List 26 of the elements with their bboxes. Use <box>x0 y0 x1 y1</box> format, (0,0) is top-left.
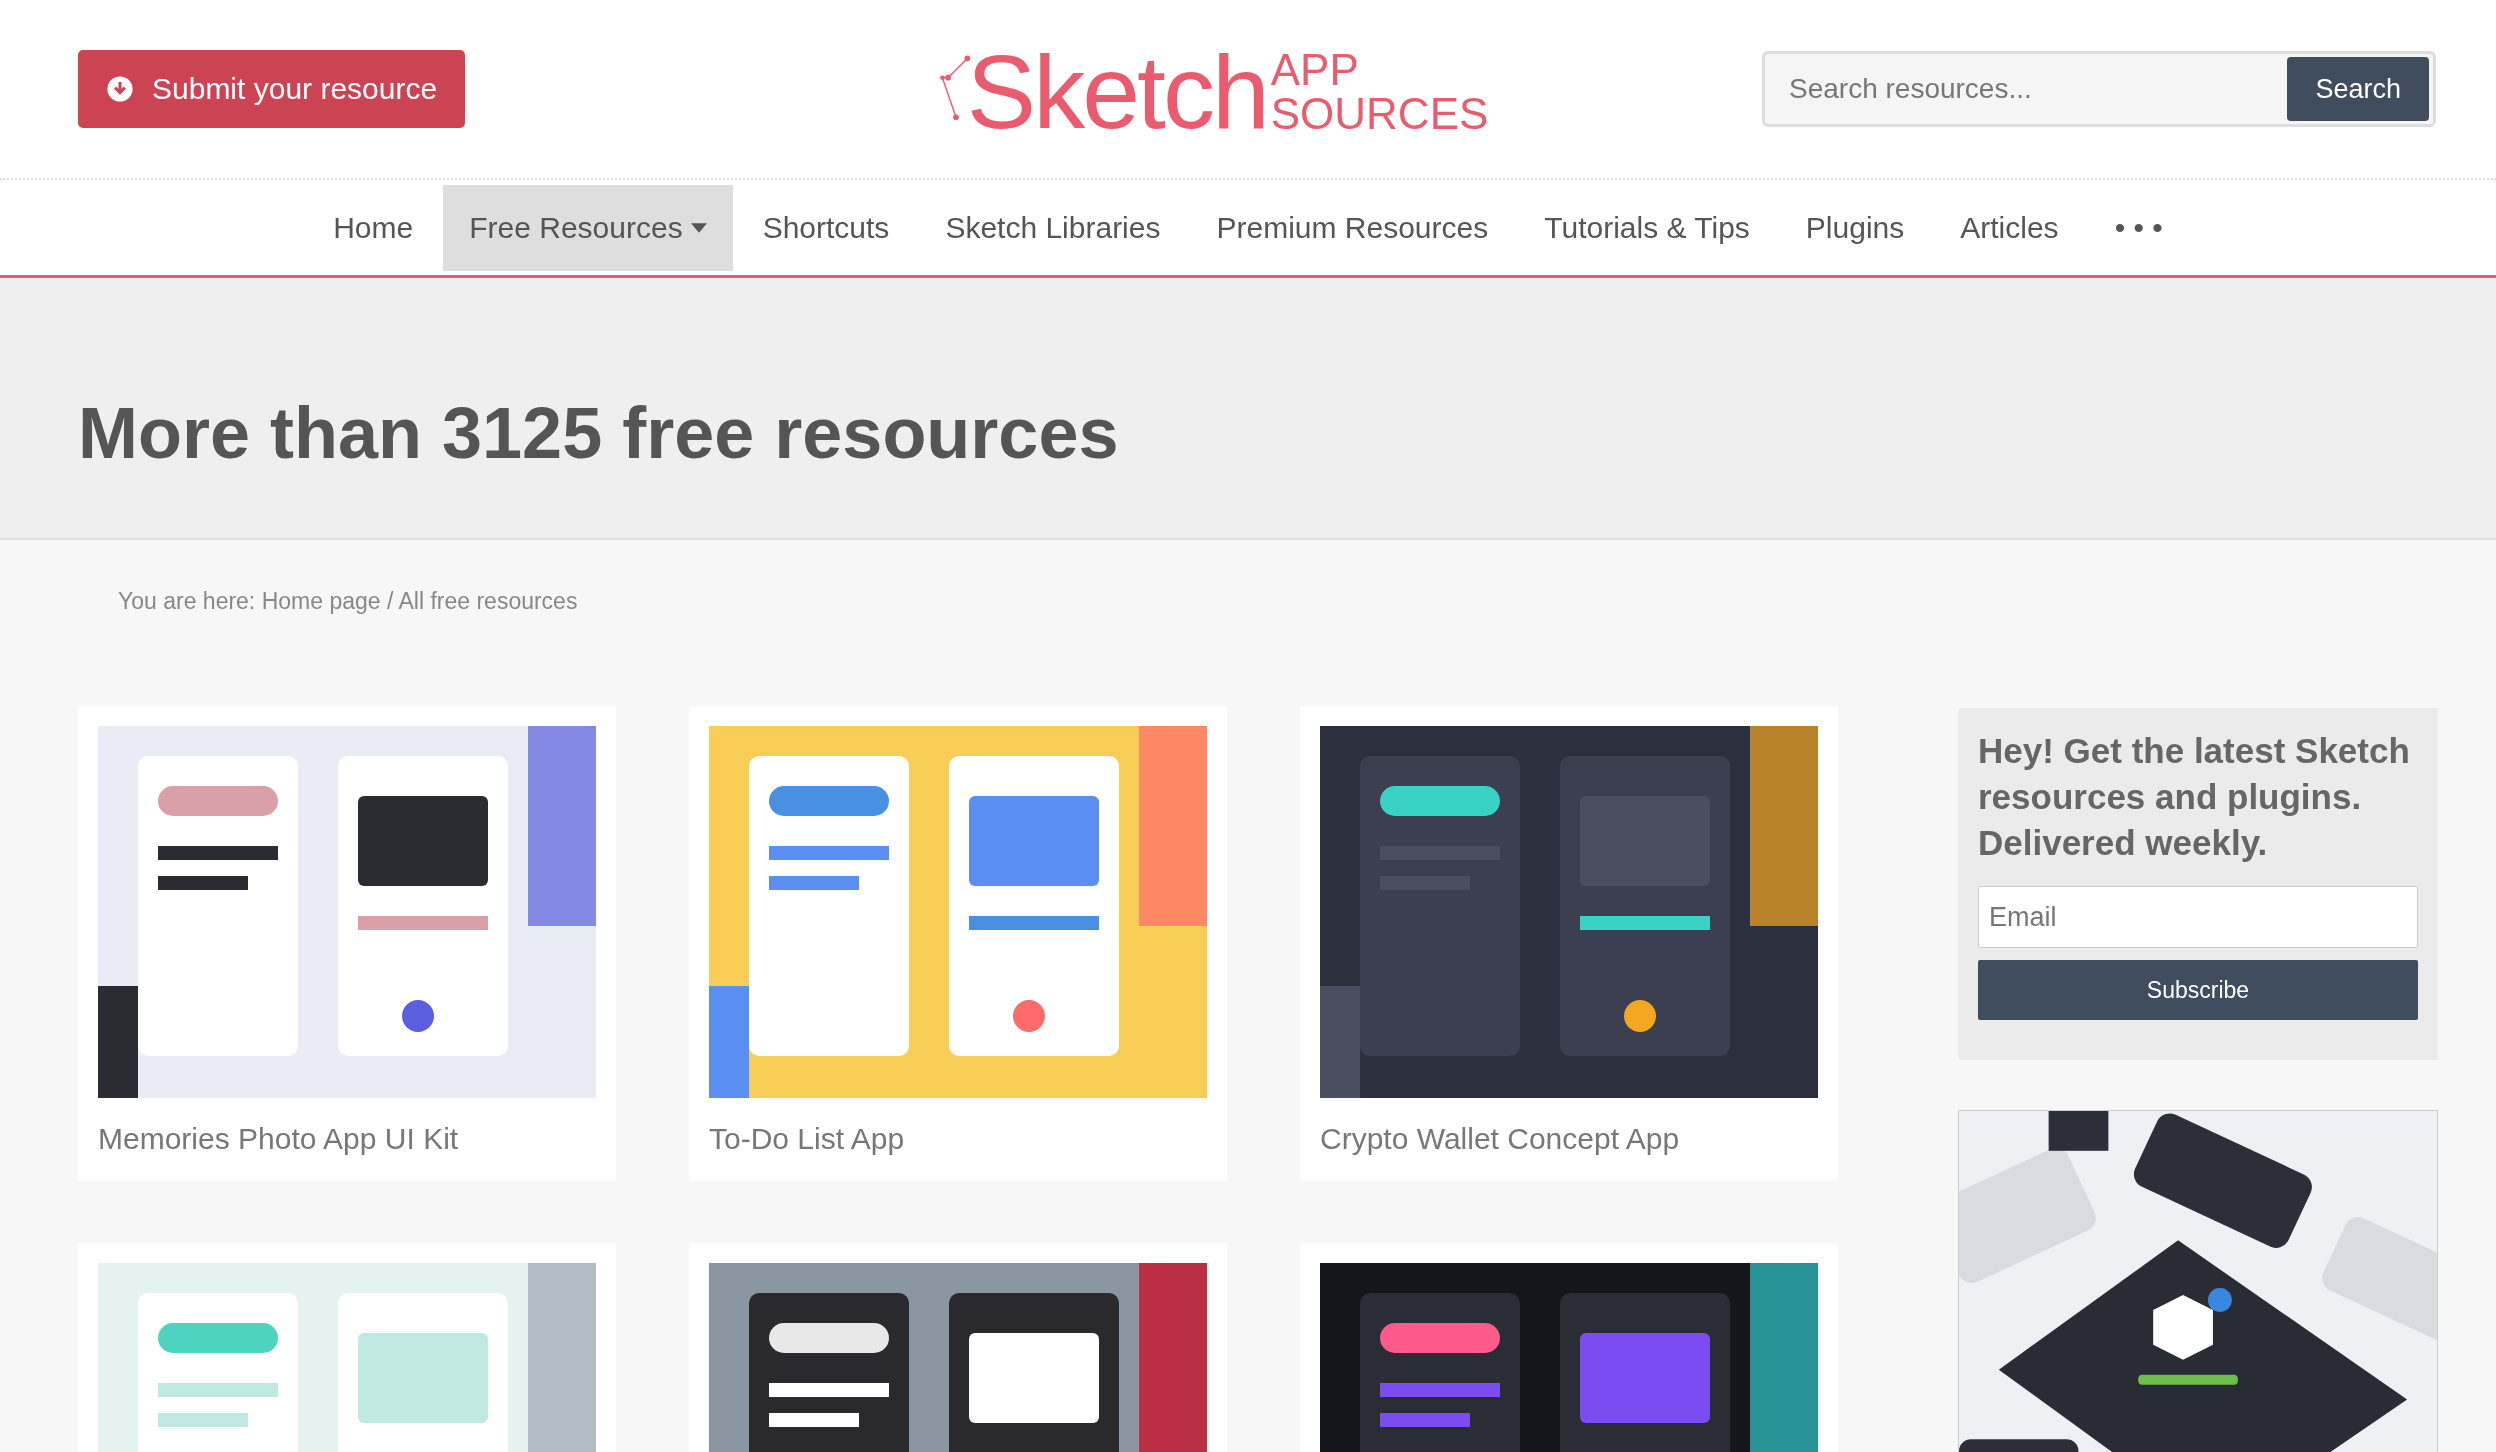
nav-item[interactable]: Free Resources <box>443 184 733 271</box>
newsletter-heading: Hey! Get the latest Sketch resources and plugins. Delivered weekly. <box>1978 730 2411 864</box>
nav-item[interactable]: Premium Resources <box>1190 184 1515 271</box>
card-title[interactable]: Memories Photo App UI Kit <box>98 1098 596 1156</box>
breadcrumb: You are here: Home page / All free resources <box>118 588 579 616</box>
nav-item[interactable]: Tutorials & Tips <box>1518 184 1776 271</box>
search-field[interactable]: Search resources... Search <box>1762 51 2436 127</box>
search-button[interactable]: Search <box>2287 57 2429 121</box>
subscribe-button[interactable]: Subscribe <box>1978 960 2418 1020</box>
nav-item[interactable]: Home <box>307 184 440 271</box>
page-title: More than 3125 free resources <box>78 392 1119 474</box>
card-title[interactable]: To-Do List App <box>709 1098 1207 1156</box>
submit-resource-button[interactable]: Submit your resource <box>78 50 466 128</box>
download-icon <box>106 75 134 103</box>
nav-item[interactable]: • • • <box>2088 184 2189 271</box>
resource-card[interactable]: To-Do List App <box>689 706 1227 1181</box>
card-title[interactable]: Crypto Wallet Concept App <box>1320 1098 1818 1156</box>
resource-card[interactable]: Crypto Wallet Concept App <box>1300 706 1838 1181</box>
logo-subtitle: APP <box>1270 48 1360 92</box>
nav-item[interactable]: Shortcuts <box>736 184 916 271</box>
logo-subtitle: SOURCES <box>1270 92 1489 136</box>
resource-card[interactable]: Memories Photo App UI Kit <box>78 706 616 1181</box>
nav-item[interactable]: Articles <box>1934 184 2085 271</box>
email-field[interactable]: Email <box>1978 886 2418 948</box>
nav-item[interactable]: Sketch Libraries <box>919 184 1187 271</box>
nav-item[interactable]: Plugins <box>1779 184 1931 271</box>
